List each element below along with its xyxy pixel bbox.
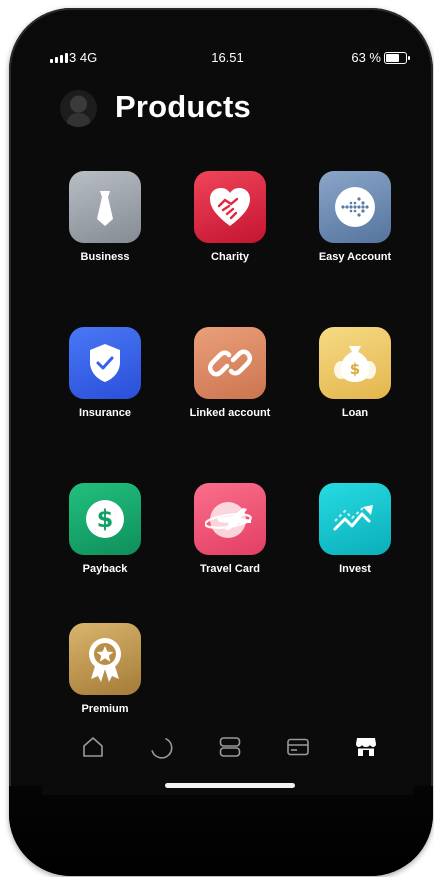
tab-card[interactable] (284, 733, 312, 761)
product-label: Linked account (189, 407, 271, 419)
product-loan[interactable]: $ Loan (295, 327, 413, 427)
phone-frame: 3 4G 16.51 63 % Products Business Charit… (9, 8, 433, 876)
award-medal-icon (69, 623, 141, 695)
product-label: Insurance (79, 407, 131, 419)
loading-arc-icon (151, 738, 173, 759)
stacked-cards-icon (219, 737, 241, 757)
battery-percent: 63 % (351, 50, 381, 65)
product-label: Loan (341, 407, 369, 419)
battery-fill (386, 54, 400, 62)
product-label: Charity (211, 251, 249, 263)
app-screen: 3 4G 16.51 63 % Products Business Charit… (42, 41, 413, 795)
product-invest[interactable]: Invest (295, 483, 413, 583)
money-bag-icon: $ (319, 327, 391, 399)
product-easy-account[interactable]: Easy Account (295, 171, 413, 271)
tab-products[interactable] (352, 733, 380, 761)
tab-home[interactable] (79, 733, 107, 761)
product-label: Premium (81, 703, 129, 715)
shield-check-icon (69, 327, 141, 399)
heart-handshake-icon (194, 171, 266, 243)
product-label: Business (80, 251, 130, 263)
tie-icon (69, 171, 141, 243)
home-indicator[interactable] (165, 783, 295, 788)
avatar[interactable] (60, 90, 97, 127)
product-label: Easy Account (318, 251, 392, 263)
product-payback[interactable]: $ Payback (45, 483, 165, 583)
product-premium[interactable]: Premium (45, 623, 165, 723)
product-business[interactable]: Business (45, 171, 165, 271)
tab-bar (42, 731, 413, 763)
product-linked-account[interactable]: Linked account (170, 327, 290, 427)
battery-icon (384, 52, 410, 64)
status-bar: 3 4G 16.51 63 % (42, 47, 413, 69)
credit-card-icon (287, 738, 309, 756)
trend-up-icon (319, 483, 391, 555)
dollar-coin-icon: $ (69, 483, 141, 555)
product-charity[interactable]: Charity (170, 171, 290, 271)
page-title: Products (115, 89, 251, 124)
link-icon (194, 327, 266, 399)
phone-chin (9, 786, 433, 876)
home-icon (83, 737, 103, 757)
tab-accounts[interactable] (216, 733, 244, 761)
product-label: Travel Card (200, 563, 260, 575)
product-label: Payback (82, 563, 128, 575)
svg-text:$: $ (97, 505, 114, 533)
plane-globe-icon (194, 483, 266, 555)
dotted-arrow-icon (319, 171, 391, 243)
product-label: Invest (339, 563, 371, 575)
tab-activity[interactable] (147, 733, 175, 761)
svg-text:$: $ (350, 360, 360, 378)
product-travel-card[interactable]: Travel Card (170, 483, 290, 583)
product-insurance[interactable]: Insurance (45, 327, 165, 427)
store-icon (356, 738, 376, 756)
